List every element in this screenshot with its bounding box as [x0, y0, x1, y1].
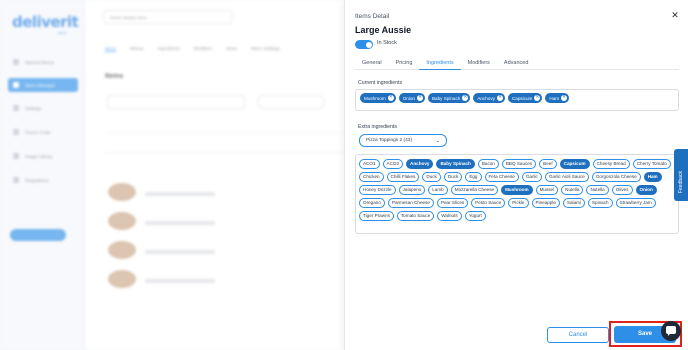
- chip-label: Onion: [402, 95, 415, 101]
- extra-ingredients-select[interactable]: Pizza Toppings 2 (43) ⌄: [359, 134, 447, 147]
- extra-ingredients-label: Extra ingredients: [358, 124, 397, 130]
- extra-ingredient-chip[interactable]: ACO1: [359, 159, 380, 169]
- extra-ingredient-chip[interactable]: Garlic Aioli Sauce: [544, 172, 589, 182]
- remove-chip-icon[interactable]: ✕: [496, 95, 503, 101]
- extra-ingredient-chip[interactable]: Oregano: [359, 198, 385, 208]
- drawer-tabs: General Pricing Ingredients Modifiers Ad…: [355, 58, 679, 70]
- tab-ingredients[interactable]: Ingredients: [419, 58, 461, 70]
- extra-ingredient-chip[interactable]: Lamb: [428, 185, 448, 195]
- item-title: Large Aussie: [355, 25, 412, 35]
- extra-ingredients-box: ACO1 ACO2 Anchovy Baby Spinach Bacon BBQ Sauc…: [355, 154, 679, 234]
- items-detail-drawer: Items Detail ✕ Large Aussie In Stock Gen…: [344, 0, 688, 350]
- current-ingredient-chip: Baby Spinach ✕: [427, 93, 471, 103]
- remove-chip-icon[interactable]: ✕: [561, 95, 568, 101]
- extra-ingredient-chip[interactable]: Nutella: [561, 185, 584, 195]
- chip-label: Capsicum: [511, 95, 533, 101]
- current-ingredient-chip: Onion ✕: [398, 93, 425, 103]
- extra-ingredient-chip[interactable]: Walnuts: [437, 211, 462, 221]
- extra-ingredient-chip[interactable]: Cherry Tomato: [632, 159, 671, 169]
- extra-ingredient-chip[interactable]: Chicken: [359, 172, 384, 182]
- in-stock-toggle[interactable]: [355, 40, 373, 49]
- extra-ingredient-chip[interactable]: Mussel: [535, 185, 559, 195]
- extra-ingredient-chip[interactable]: Nutella: [586, 185, 609, 195]
- extra-ingredient-chip[interactable]: Baby Spinach: [436, 159, 475, 169]
- extra-ingredient-chip[interactable]: Egg: [465, 172, 482, 182]
- feedback-tab[interactable]: Feedback: [674, 149, 688, 201]
- feedback-label: Feedback: [678, 171, 684, 193]
- chat-icon[interactable]: [661, 321, 681, 341]
- extra-ingredient-chip[interactable]: Jalapeno: [398, 185, 426, 195]
- extra-ingredient-chip[interactable]: ACO2: [382, 159, 404, 169]
- chevron-down-icon: ⌄: [435, 137, 440, 144]
- chip-label: Ham: [549, 95, 560, 101]
- extra-ingredient-chip[interactable]: Anchovy: [406, 159, 434, 169]
- extra-ingredient-chip[interactable]: Parmesan Cheese: [387, 198, 434, 208]
- tab-modifiers[interactable]: Modifiers: [461, 58, 497, 70]
- chip-label: Mushroom: [364, 95, 386, 101]
- extra-ingredient-chip[interactable]: Tomato Sauce: [396, 211, 435, 221]
- extra-ingredient-chip[interactable]: Duck: [443, 172, 463, 182]
- current-ingredient-chip: Capsicum ✕: [507, 93, 543, 103]
- extra-ingredient-chip[interactable]: Ham: [643, 172, 662, 182]
- current-ingredient-chip: Ham ✕: [545, 93, 570, 103]
- remove-chip-icon[interactable]: ✕: [534, 95, 541, 101]
- in-stock-label: In Stock: [377, 40, 397, 46]
- extra-ingredient-chip[interactable]: BBQ Sauces: [501, 159, 537, 169]
- extra-ingredient-chip[interactable]: Chilli Flakes: [386, 172, 420, 182]
- extra-ingredient-chip[interactable]: Garlic: [521, 172, 542, 182]
- extra-ingredient-chip[interactable]: Feta Cheese: [484, 172, 519, 182]
- chip-label: Anchovy: [477, 95, 495, 101]
- remove-chip-icon[interactable]: ✕: [416, 95, 423, 101]
- extra-ingredient-chip[interactable]: Beef: [539, 159, 557, 169]
- extra-ingredient-chip[interactable]: Yogurt: [464, 211, 486, 221]
- extra-ingredient-chip[interactable]: Pineapple: [531, 198, 560, 208]
- extra-ingredient-chip[interactable]: Bacon: [477, 159, 499, 169]
- extra-ingredient-chip[interactable]: Duck: [422, 172, 441, 182]
- chip-label: Baby Spinach: [431, 95, 461, 101]
- extra-ingredient-chip[interactable]: Spinach: [587, 198, 613, 208]
- extra-ingredient-chip[interactable]: Gorgonzola Cheese: [591, 172, 641, 182]
- current-ingredients-box: Mushroom ✕ Onion ✕ Baby Spinach ✕ Anchovy ✕ Caps…: [355, 89, 679, 111]
- extra-ingredient-chip[interactable]: Pesto Sauce: [471, 198, 506, 208]
- extra-ingredient-chip[interactable]: Honey Drizzle: [359, 185, 396, 195]
- tab-pricing[interactable]: Pricing: [389, 58, 420, 70]
- extra-ingredient-chip[interactable]: Mozzarella Cheese: [450, 185, 499, 195]
- cancel-button[interactable]: Cancel: [547, 327, 609, 343]
- extra-ingredient-chip[interactable]: Salami: [562, 198, 585, 208]
- tab-general[interactable]: General: [355, 58, 389, 70]
- remove-chip-icon[interactable]: ✕: [387, 95, 394, 101]
- current-ingredient-chip: Anchovy ✕: [473, 93, 505, 103]
- current-ingredient-chip: Mushroom ✕: [360, 93, 396, 103]
- current-ingredients-label: Current ingredients: [358, 80, 403, 86]
- extra-ingredient-chip[interactable]: Tiger Prawns: [359, 211, 394, 221]
- extra-ingredient-chip[interactable]: Mushroom: [501, 185, 533, 195]
- drawer-header-label: Items Detail: [355, 13, 390, 20]
- extra-ingredient-chip[interactable]: Cheesy Bread: [592, 159, 630, 169]
- close-icon[interactable]: ✕: [669, 10, 681, 22]
- extra-ingredient-chip[interactable]: Olives: [611, 185, 633, 195]
- extra-ingredient-chip[interactable]: Pickle: [508, 198, 529, 208]
- extra-select-value: Pizza Toppings 2 (43): [366, 138, 413, 143]
- extra-ingredient-chip[interactable]: Capsicum: [559, 159, 590, 169]
- remove-chip-icon[interactable]: ✕: [462, 95, 469, 101]
- extra-ingredient-chip[interactable]: Onion: [635, 185, 657, 195]
- tab-advanced[interactable]: Advanced: [497, 58, 535, 70]
- extra-ingredient-chip[interactable]: Pear Slices: [436, 198, 469, 208]
- extra-ingredient-chip[interactable]: Strawberry Jam: [615, 198, 656, 208]
